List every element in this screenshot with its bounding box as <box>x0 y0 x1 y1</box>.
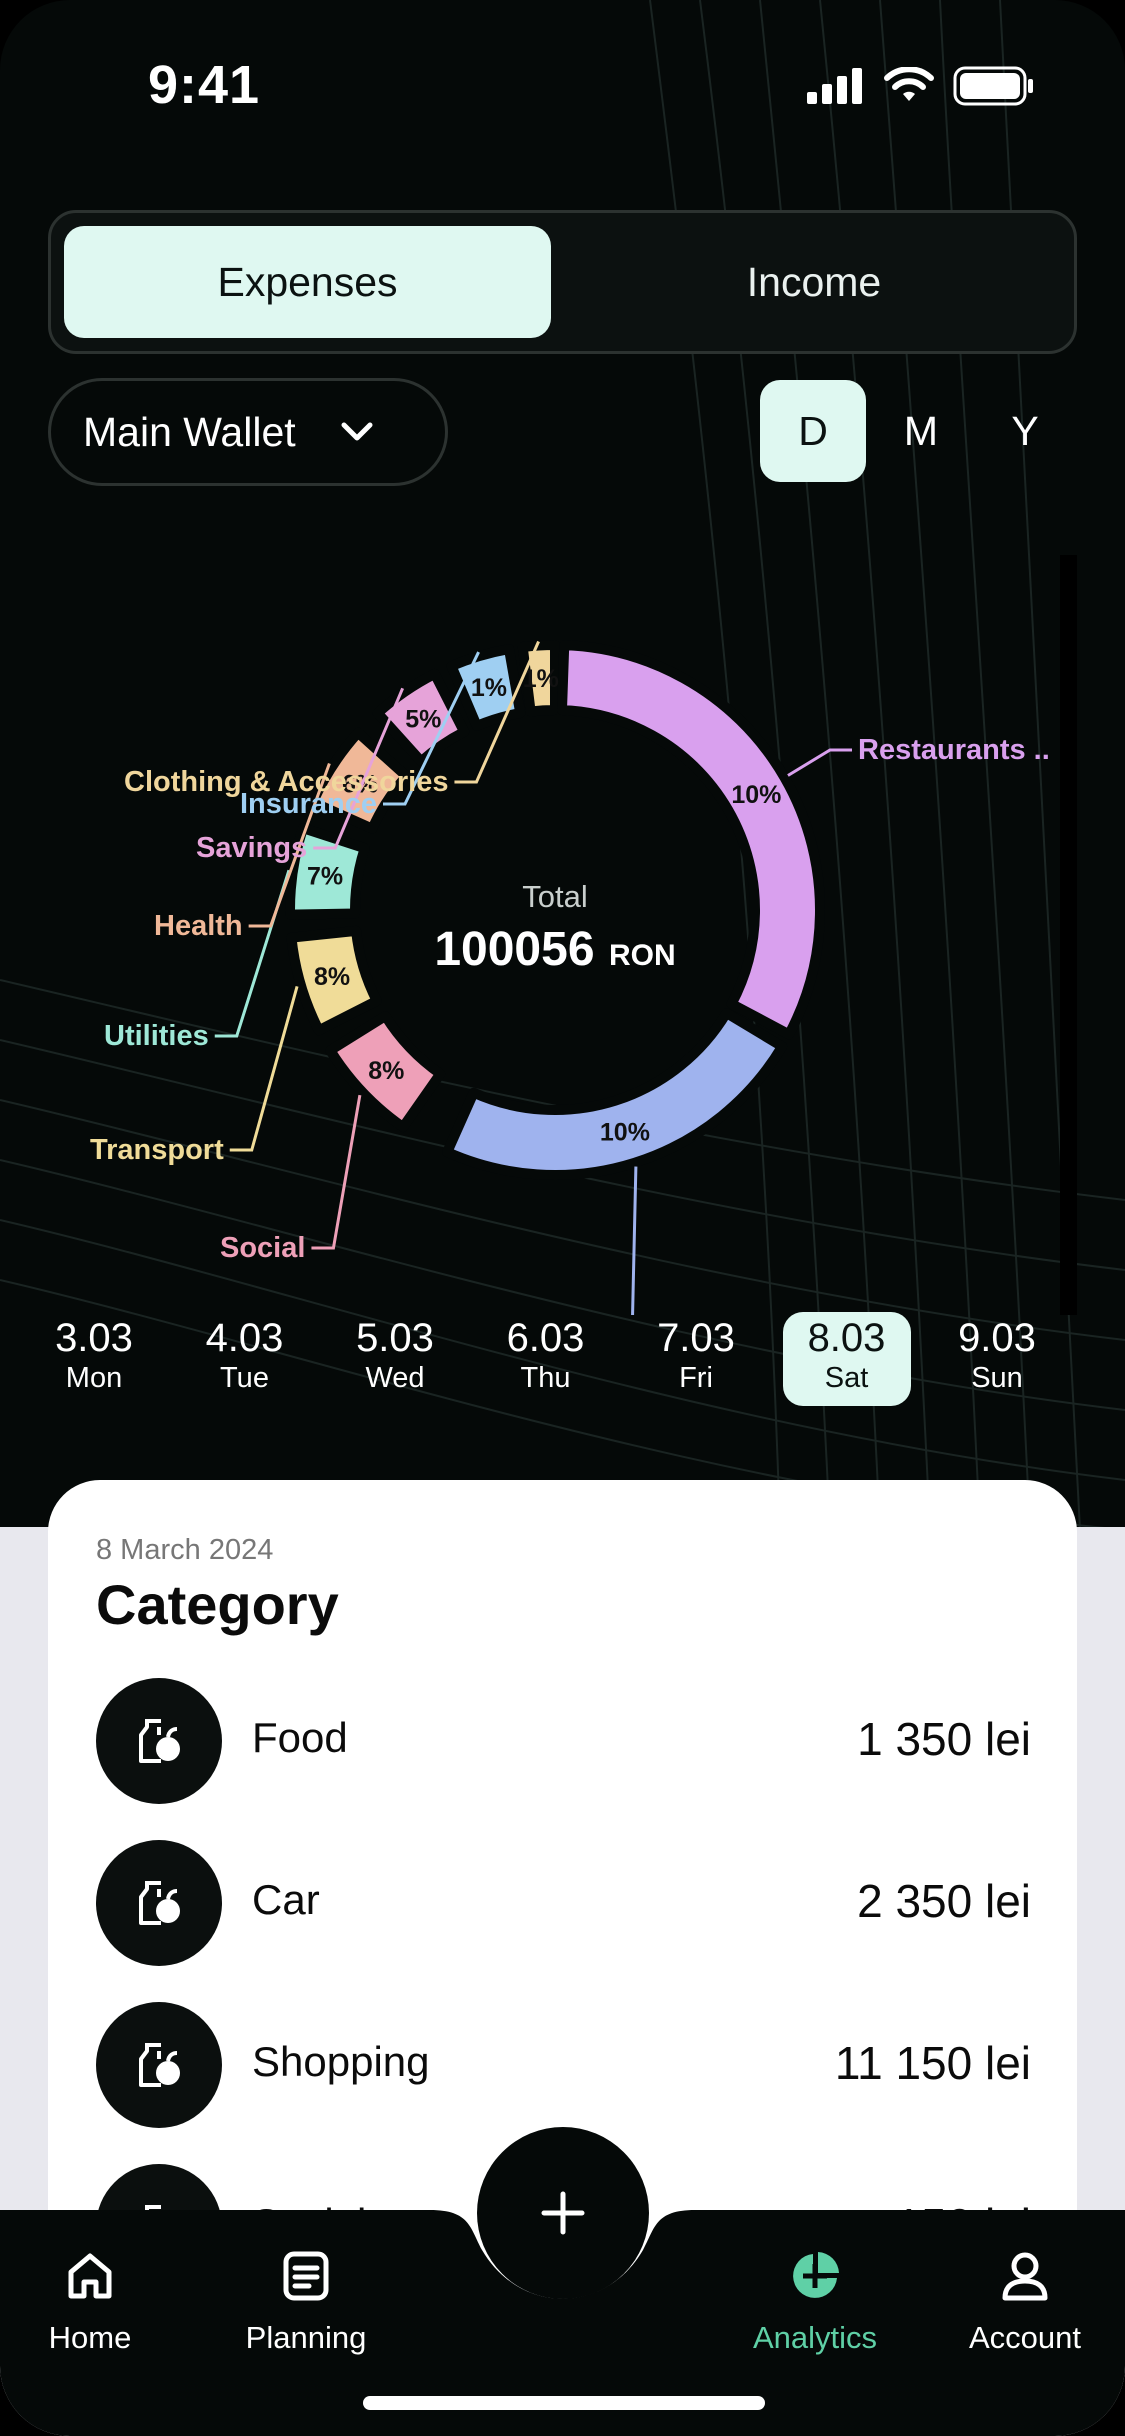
date-item[interactable]: 3.03 Mon <box>30 1312 158 1406</box>
nav-planning-label: Planning <box>245 2320 367 2355</box>
account-icon <box>1002 2252 1048 2301</box>
chart-leader-line <box>787 748 852 777</box>
date-item[interactable]: 6.03 Thu <box>482 1312 610 1406</box>
date-number: 8.03 <box>807 1316 886 1360</box>
date-item[interactable]: 9.03 Sun <box>933 1312 1061 1406</box>
chart-slice-label: Health <box>154 910 243 942</box>
category-amount: 1 350 lei <box>857 1713 1031 1765</box>
date-weekday: Sun <box>971 1362 1023 1394</box>
food-category-icon <box>96 2002 222 2128</box>
chart-leader-line <box>311 1094 362 1250</box>
date-weekday: Wed <box>365 1362 425 1394</box>
wallet-label: Main Wallet <box>83 408 296 455</box>
card-date: 8 March 2024 <box>96 1534 274 1566</box>
card-title: Category <box>96 1573 339 1636</box>
date-weekday: Sat <box>824 1362 869 1394</box>
chart-scrollbar[interactable] <box>1060 555 1077 1315</box>
chart-total-unit: RON <box>609 939 676 972</box>
chart-slice-percent: 10% <box>600 1119 650 1147</box>
plus-icon <box>541 2191 585 2235</box>
chart-slice-percent: 7% <box>307 863 343 891</box>
chart-leader-line <box>229 985 299 1152</box>
date-item[interactable]: 7.03 Fri <box>632 1312 760 1406</box>
nav-planning[interactable]: Planning <box>236 2250 376 2356</box>
nav-analytics[interactable]: Analytics <box>740 2250 890 2356</box>
food-category-icon <box>96 1678 222 1804</box>
chart-total-value: 100056 <box>434 923 594 976</box>
category-row[interactable]: Car 2 350 lei <box>96 1840 1031 1966</box>
nav-home[interactable]: Home <box>40 2250 140 2356</box>
status-time: 9:41 <box>148 55 261 115</box>
planning-icon <box>283 2251 329 2301</box>
nav-home-label: Home <box>48 2320 132 2355</box>
category-amount: 11 150 lei <box>834 2037 1031 2089</box>
chart-slice-label: Savings <box>196 832 307 864</box>
date-number: 4.03 <box>205 1316 284 1360</box>
date-weekday: Fri <box>679 1362 713 1394</box>
chart-slice-label: Transport <box>90 1134 224 1166</box>
status-bar: 9:41 <box>0 0 1125 170</box>
chart-slice-percent: 8% <box>314 963 350 991</box>
date-item[interactable]: 8.03 Sat <box>782 1312 911 1406</box>
chart-leader-line <box>631 1166 638 1315</box>
tab-expenses[interactable]: Expenses <box>64 226 551 338</box>
type-segmented-control: Expenses Income <box>48 210 1077 354</box>
chart-slice-percent: 10% <box>731 781 781 809</box>
chart-slice-percent: 8% <box>368 1057 404 1085</box>
expenses-donut-chart: Total 100056 RON 10%Restaurants ..10%Onl… <box>90 640 1050 1315</box>
phone-screen: 9:41 Expenses Income Main Wallet D M Y T… <box>0 0 1125 2436</box>
chart-slice-percent: 1% <box>471 674 507 702</box>
date-weekday: Tue <box>220 1362 269 1394</box>
wallet-dropdown[interactable]: Main Wallet <box>48 378 448 486</box>
home-indicator <box>363 2396 765 2410</box>
category-amount: 2 350 lei <box>857 1875 1031 1927</box>
period-day-button[interactable]: D <box>760 380 866 482</box>
chart-slice-label: Clothing & Accessories <box>124 766 448 798</box>
chart-slice-percent: 1% <box>523 665 559 693</box>
chart-slice-percent: 5% <box>405 705 441 733</box>
chart-slice-label: Utilities <box>104 1020 209 1052</box>
chart-center-label: Total <box>522 879 587 914</box>
date-strip: 3.03 Mon 4.03 Tue 5.03 Wed 6.03 Thu 7.03 Fri 8.03 S… <box>48 1312 1077 1412</box>
nav-account-label: Account <box>968 2320 1081 2355</box>
category-row[interactable]: Shopping 11 150 lei <box>96 2002 1031 2128</box>
home-icon <box>68 2253 112 2299</box>
food-category-icon <box>96 1840 222 1966</box>
date-weekday: Mon <box>65 1362 123 1394</box>
status-icons <box>807 66 1035 106</box>
nav-analytics-label: Analytics <box>752 2320 878 2355</box>
add-button[interactable] <box>477 2127 649 2299</box>
battery-icon <box>953 66 1033 106</box>
analytics-pie-icon <box>793 2252 839 2298</box>
date-item[interactable]: 4.03 Tue <box>181 1312 309 1406</box>
date-number: 9.03 <box>958 1316 1036 1360</box>
chevron-down-icon <box>341 422 373 441</box>
date-number: 6.03 <box>506 1316 585 1360</box>
cellular-signal-icon <box>807 68 862 104</box>
chart-slice-label: Social <box>220 1232 305 1264</box>
chart-slice-1[interactable] <box>556 640 825 1040</box>
category-name: Car <box>252 1876 320 1923</box>
category-row[interactable]: Food 1 350 lei <box>96 1678 1031 1804</box>
chart-total: 100056 RON <box>434 923 675 976</box>
tab-income[interactable]: Income <box>564 226 1064 338</box>
date-item[interactable]: 5.03 Wed <box>331 1312 459 1406</box>
chart-slice-2[interactable] <box>442 1008 788 1180</box>
nav-account[interactable]: Account <box>960 2250 1090 2356</box>
category-name: Shopping <box>252 2038 430 2085</box>
chart-leader-line <box>214 869 291 1038</box>
period-year-button[interactable]: Y <box>972 380 1078 482</box>
period-month-button[interactable]: M <box>868 380 974 482</box>
date-number: 5.03 <box>356 1316 434 1360</box>
chart-slice-label: Restaurants .. <box>858 734 1050 766</box>
wifi-icon <box>884 67 934 101</box>
date-number: 7.03 <box>657 1316 735 1360</box>
date-number: 3.03 <box>55 1316 133 1360</box>
date-weekday: Thu <box>520 1362 571 1394</box>
category-name: Food <box>252 1714 348 1761</box>
